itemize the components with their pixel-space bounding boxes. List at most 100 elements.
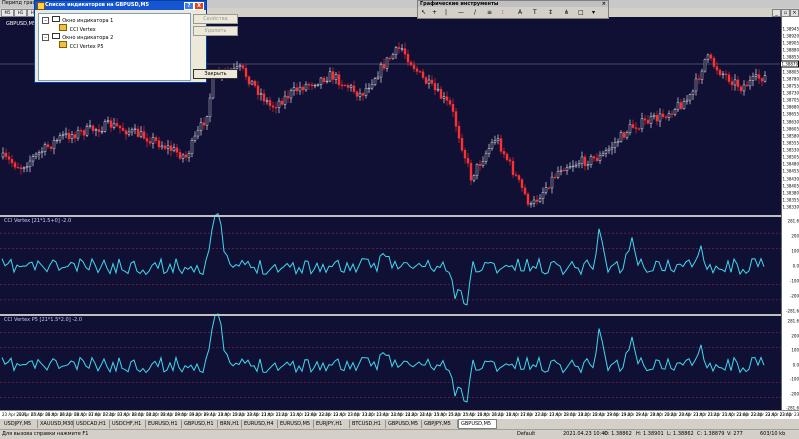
chart-tab[interactable]: EURUSD,H1 [146, 420, 182, 428]
window-icon [51, 33, 60, 39]
shapes-icon[interactable]: □ [578, 9, 584, 16]
candle-body [238, 65, 242, 67]
chart-tab[interactable]: GBPUSD,M5 [458, 419, 497, 429]
fibo-icon[interactable]: ⫶ [502, 9, 504, 16]
candle-body [631, 124, 635, 128]
price-tick-label: 1.38880 [782, 47, 799, 53]
graphic-tools-title-text: Графические инструменты [420, 1, 499, 7]
chart-tab[interactable]: GBPJPY,M5 [422, 420, 458, 428]
candle-body [124, 130, 128, 135]
candle-body [724, 73, 728, 76]
candle-body [634, 127, 638, 129]
candle-body [157, 140, 161, 148]
price-scale[interactable]: 1.38945 1.38920 1.38905 1.38880 1.38855 1.388… [780, 17, 799, 411]
candle-body [262, 93, 266, 102]
price-tick-label: 1.38855 [782, 54, 799, 60]
dialog-title: Список индикаторов на GBPUSD,M5 [45, 2, 149, 8]
channel-icon[interactable]: ≡ [487, 9, 492, 16]
text-icon[interactable]: A [518, 9, 522, 16]
help-icon[interactable]: ? [184, 2, 194, 10]
chart-tab[interactable]: GBPUSD,H1 [182, 420, 218, 428]
tree-item-cci-vertex[interactable]: CCI Vertex [59, 24, 96, 33]
candle-body [460, 137, 464, 151]
candle-body [55, 139, 59, 142]
tree-item-window2[interactable]: − Окно индикатора 2 [42, 33, 113, 41]
candle-body [31, 156, 35, 162]
chart-tab[interactable]: USDCHF,H1 [110, 420, 146, 428]
candle-body [739, 86, 743, 92]
close-icon[interactable]: × [790, 9, 799, 17]
price-tick-label: 1.38920 [782, 33, 799, 39]
price-tick-label: 1.38755 [782, 83, 799, 89]
tree-item-cci-vertex-p5[interactable]: CCI Vertex P5 [59, 41, 104, 50]
cursor-icon[interactable]: ↖ [421, 9, 426, 16]
chart-tab[interactable]: USDJPY,M5 [2, 420, 38, 428]
chart-tab[interactable]: USDCAD,H1 [74, 420, 110, 428]
minimize-icon[interactable]: _ [772, 9, 781, 17]
status-help: Для вызова справки нажмите F1 [2, 431, 89, 437]
candle-body [193, 135, 197, 141]
candle-body [682, 101, 686, 109]
candle-body [160, 145, 164, 148]
collapse-icon[interactable]: − [42, 34, 49, 41]
candle-body [16, 166, 20, 169]
pitchfork-icon[interactable]: ⋔ [564, 9, 569, 16]
candle-body [40, 151, 44, 153]
candle-body [52, 140, 56, 149]
candle-body [70, 134, 74, 139]
candle-body [400, 48, 404, 50]
trendline-icon[interactable]: / [474, 9, 476, 16]
more-icon[interactable]: ▾ [592, 9, 595, 16]
candle-body [118, 125, 122, 129]
price-tick-label: 1.38530 [782, 147, 799, 153]
candle-body [298, 86, 302, 92]
restore-icon[interactable]: ▫ [781, 9, 790, 17]
tf-button-m5[interactable]: M5 [1, 9, 14, 17]
candle-body [364, 88, 368, 96]
arrows-icon[interactable]: ↕ [548, 9, 553, 16]
horizontal-line-icon[interactable]: — [458, 9, 464, 16]
chart-tab[interactable]: EURJPY,H1 [314, 420, 350, 428]
tf-button-h1[interactable]: H1 [14, 9, 27, 17]
price-tick-label: 1.38680 [782, 104, 799, 110]
candle-body [622, 132, 626, 138]
properties-button[interactable]: Свойства [193, 14, 238, 24]
status-close: C: 1.38879 [697, 431, 725, 437]
candle-body [736, 79, 740, 88]
collapse-icon[interactable]: − [42, 17, 49, 24]
candle-body [268, 100, 272, 106]
indicators-tree[interactable]: − Окно индикатора 1 CCI Vertex − Окно ин… [38, 13, 191, 81]
close-icon[interactable]: X [194, 2, 204, 10]
candle-body [652, 115, 656, 117]
candle-body [241, 65, 245, 69]
crosshair-icon[interactable]: + [432, 9, 437, 16]
chart-tab[interactable]: BRN,H1 [218, 420, 242, 428]
candle-body [541, 192, 545, 199]
candle-body [595, 157, 599, 162]
close-icon[interactable]: × [602, 1, 606, 7]
dialog-titlebar[interactable]: Список индикаторов на GBPUSD,M5 ? X [35, 1, 206, 10]
candle-body [646, 119, 650, 124]
chart-tab[interactable]: EURUSD,M5 [278, 420, 314, 428]
candle-body [289, 90, 293, 99]
close-dialog-button[interactable]: Закрыть [193, 69, 238, 79]
candle-body [664, 116, 668, 118]
candle-body [523, 187, 527, 195]
vertical-line-icon[interactable]: | [445, 9, 447, 16]
delete-button[interactable]: Удалить [193, 26, 238, 36]
chart-tab[interactable]: GBPUSD,M5 [386, 420, 422, 428]
chart-tab[interactable]: EURUSD,H4 [242, 420, 278, 428]
candle-body [406, 53, 410, 63]
indicator-separator[interactable] [0, 314, 781, 316]
chart-tab[interactable]: BTCUSD,H1 [350, 420, 386, 428]
label-icon[interactable]: T [533, 9, 537, 16]
price-tick-label: 1.38380 [782, 190, 799, 196]
candle-body [433, 83, 437, 91]
chart-symbol-label: GBPUSD,M5 [6, 21, 37, 27]
chart-tab[interactable]: XAUUSD,M30 [38, 420, 74, 428]
candle-body [340, 84, 344, 86]
indicator-separator[interactable] [0, 215, 781, 217]
tree-item-window1[interactable]: − Окно индикатора 1 [42, 16, 113, 24]
indicator1-level-label: 100 [791, 248, 799, 254]
candle-body [376, 76, 380, 79]
